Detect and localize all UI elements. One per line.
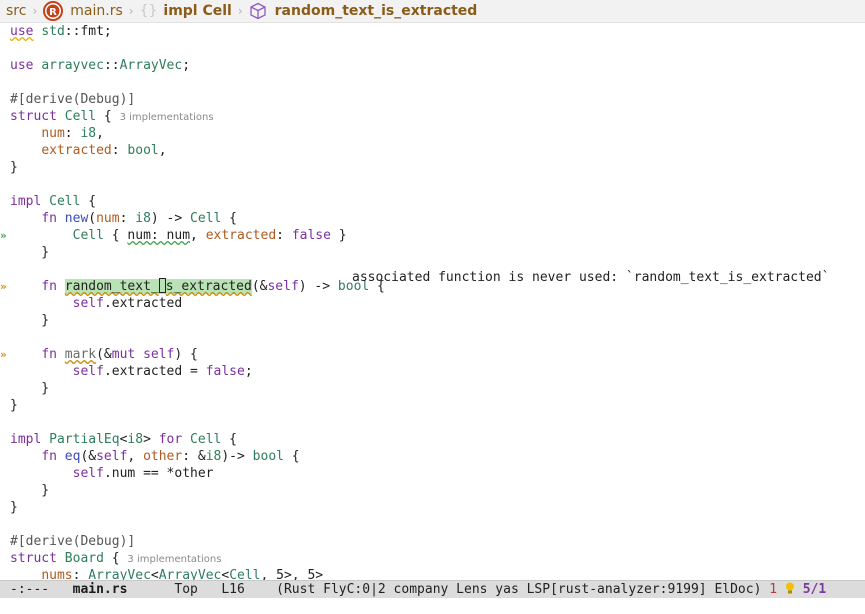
modeline-counter: 5/1 [802,582,827,597]
modeline-file[interactable]: main.rs [73,582,128,597]
code-line: fn random_text_ s_extracted(&self) -> boo… [41,278,385,294]
code-line: use arrayvec::ArrayVec; [10,58,191,73]
breadcrumb-function[interactable]: random_text_is_extracted [275,3,478,19]
code-line: fn mark(&mut self) { [41,347,198,362]
module-cube-icon [249,2,267,20]
breadcrumb-src[interactable]: src [6,3,26,19]
breadcrumb-impl[interactable]: impl Cell [163,3,231,19]
svg-text:R: R [49,7,57,18]
code-line: num: i8, [41,126,104,141]
code-line: } [10,398,18,413]
breadcrumb-separator-icon: › [128,4,134,18]
lens-hint[interactable]: 3 implementations [120,112,214,123]
breadcrumb-separator-icon: › [237,4,243,18]
code-line: struct Cell { 3 implementations [10,109,214,124]
breadcrumb: src › R main.rs › {} impl Cell › random_… [0,0,865,23]
code-line: struct Board { 3 implementations [10,551,222,566]
modeline-error-count[interactable]: 1 [769,582,777,597]
code-line: } [10,160,18,175]
modeline-position: Top [174,582,198,597]
code-line: } [10,483,50,498]
code-line: self.extracted = false; [72,364,253,379]
keyword: use [10,24,34,39]
code-line: use std::fmt; [10,24,112,39]
code-line: } [10,245,50,260]
fringe-warning-icon[interactable]: » [0,346,7,363]
fringe-hint-icon[interactable]: » [0,227,7,244]
code-line: self.num == *other [72,466,214,481]
fringe: » » » [0,23,8,580]
code-line: fn eq(&self, other: &i8)-> bool { [41,449,300,464]
code-line: Cell { num: num, extracted: false } [72,228,347,243]
modeline: -:--- main.rs Top L16 (Rust FlyC:0|2 com… [0,580,865,598]
code-line: fn new(num: i8) -> Cell { [41,211,238,226]
text-cursor [158,278,166,293]
code-text: fmt; [80,24,112,39]
code-line: extracted: bool, [41,143,167,158]
modeline-modes[interactable]: (Rust FlyC:0|2 company Lens yas LSP[rust… [276,582,761,597]
code-line: self.extracted [72,296,183,311]
lens-hint[interactable]: 3 implementations [127,554,221,565]
rust-logo-icon: R [43,1,64,21]
code-line: nums: ArrayVec<ArrayVec<Cell, 5>, 5> [41,568,324,580]
code-line: impl Cell { [10,194,97,209]
code-line: impl PartialEq<i8> for Cell { [10,432,238,447]
code-line: } [10,313,50,328]
code-line: } [10,381,50,396]
code-line: #[derive(Debug)] [10,534,136,549]
breadcrumb-file[interactable]: main.rs [70,3,122,19]
braces-icon: {} [139,3,158,19]
code-line: } [10,500,18,515]
fringe-warning-icon[interactable]: » [0,278,7,295]
lightbulb-icon[interactable] [785,582,795,597]
code-line: #[derive(Debug)] [10,92,136,107]
minibuffer[interactable] [0,598,865,614]
code-editor[interactable]: use std::fmt; use arrayvec::ArrayVec; #[… [10,23,865,580]
modeline-status: -:--- [10,582,50,597]
breadcrumb-separator-icon: › [32,4,38,18]
inline-diagnostic: associated function is never used: `rand… [352,270,830,285]
modeline-line: L16 [221,582,245,597]
unused-function-name[interactable]: random_text_ s_extracted [64,278,252,294]
